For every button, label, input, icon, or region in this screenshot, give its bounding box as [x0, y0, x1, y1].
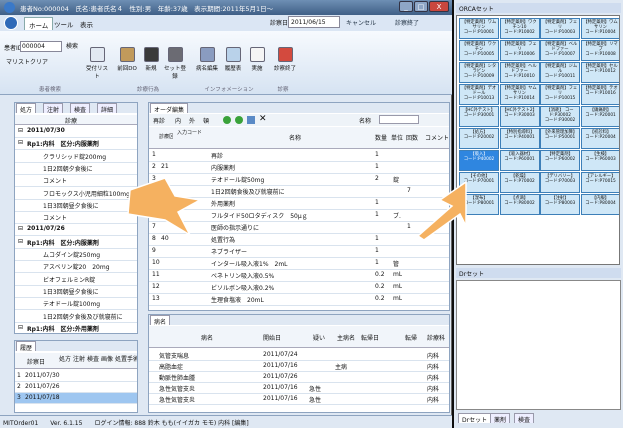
left-arrow-icon	[127, 177, 203, 238]
arrow-overlay	[127, 177, 467, 241]
right-arrow-icon	[416, 180, 467, 241]
